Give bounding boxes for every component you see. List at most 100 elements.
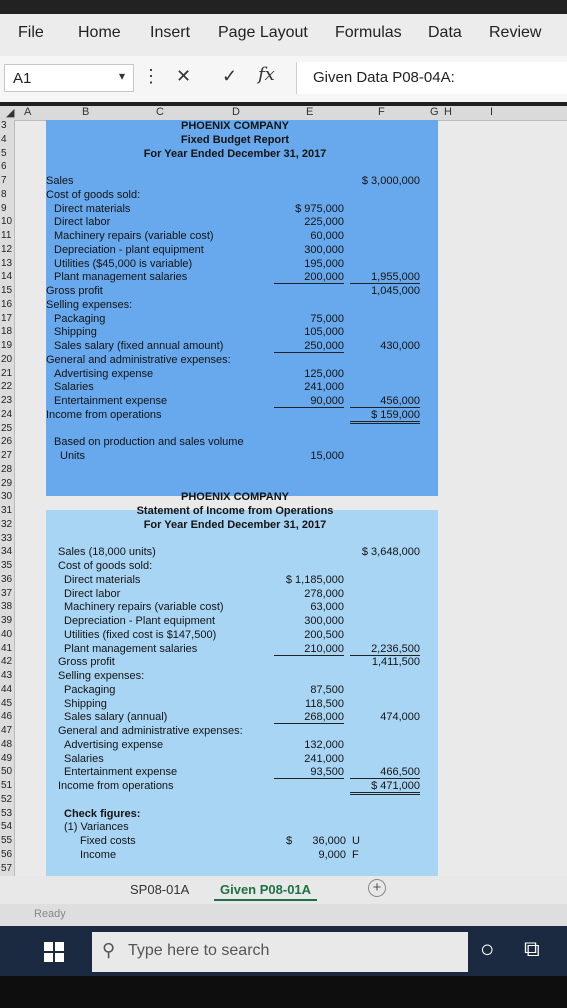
- row-header[interactable]: 57: [1, 863, 12, 874]
- sheet-tab-sp08-01a[interactable]: SP08-01A: [130, 882, 189, 897]
- line-label: Sales: [46, 175, 74, 187]
- row-header[interactable]: 56: [1, 849, 12, 860]
- row-header[interactable]: 4: [1, 134, 7, 145]
- line-amount: 200,000: [274, 271, 344, 285]
- report-company-name: PHOENIX COMPANY: [181, 120, 289, 132]
- more-options-icon[interactable]: ⋮: [142, 66, 160, 87]
- search-input[interactable]: Type here to search: [128, 942, 269, 960]
- tab-home[interactable]: Home: [78, 24, 121, 42]
- sheet-tab-given-p08-01a[interactable]: Given P08-01A: [214, 882, 318, 901]
- row-header[interactable]: 14: [1, 271, 12, 282]
- row-header[interactable]: 13: [1, 258, 12, 269]
- row-header[interactable]: 23: [1, 395, 12, 406]
- row-header[interactable]: 27: [1, 450, 12, 461]
- line-total: 456,000: [350, 395, 420, 408]
- row-header[interactable]: 41: [1, 643, 12, 654]
- row-header[interactable]: 18: [1, 326, 12, 337]
- worksheet-grid[interactable]: ◢ A B C D E F G H I 3 4 5 6 7 8 9 10 11 12 13 14 15 1…: [0, 106, 567, 876]
- line-amount: 268,000: [274, 711, 344, 725]
- row-header[interactable]: 35: [1, 560, 12, 571]
- row-header[interactable]: 47: [1, 725, 12, 736]
- cancel-icon[interactable]: ✕: [176, 66, 191, 87]
- tab-formulas[interactable]: Formulas: [335, 24, 402, 42]
- row-header[interactable]: 6: [1, 161, 7, 172]
- report-company-name: PHOENIX COMPANY: [181, 491, 289, 504]
- row-header[interactable]: 5: [1, 148, 7, 159]
- line-total: $ 471,000: [350, 780, 420, 795]
- column-header[interactable]: ◢: [6, 106, 14, 119]
- row-header[interactable]: 51: [1, 780, 12, 791]
- column-header[interactable]: E: [306, 106, 313, 118]
- row-header[interactable]: 3: [1, 120, 7, 131]
- task-view-icon[interactable]: ⧉: [524, 936, 540, 962]
- row-header[interactable]: 7: [1, 175, 7, 186]
- chevron-down-icon[interactable]: ▾: [119, 69, 125, 83]
- row-header[interactable]: 20: [1, 354, 12, 365]
- row-header[interactable]: 45: [1, 698, 12, 709]
- column-header[interactable]: F: [378, 106, 385, 118]
- line-amount: 125,000: [304, 367, 344, 380]
- row-header[interactable]: 50: [1, 766, 12, 777]
- row-header[interactable]: 54: [1, 821, 12, 832]
- column-header[interactable]: B: [82, 106, 89, 118]
- line-total: $ 3,648,000: [361, 546, 420, 559]
- row-header[interactable]: 22: [1, 381, 12, 392]
- row-header[interactable]: 37: [1, 588, 12, 599]
- column-header[interactable]: G: [430, 106, 439, 118]
- cortana-icon[interactable]: ○: [480, 936, 495, 964]
- row-header[interactable]: 39: [1, 615, 12, 626]
- row-header[interactable]: 8: [1, 189, 7, 200]
- row-header[interactable]: 38: [1, 601, 12, 612]
- column-header[interactable]: H: [444, 106, 452, 118]
- tab-review[interactable]: Review: [489, 24, 541, 42]
- row-header[interactable]: 28: [1, 464, 12, 475]
- row-header[interactable]: 15: [1, 285, 12, 296]
- column-header[interactable]: D: [232, 106, 240, 118]
- line-label: Entertainment expense: [54, 395, 168, 407]
- line-label: Shipping: [54, 326, 97, 339]
- column-header[interactable]: C: [156, 106, 164, 118]
- row-header[interactable]: 53: [1, 808, 12, 819]
- row-header[interactable]: 44: [1, 684, 12, 695]
- row-header[interactable]: 17: [1, 313, 12, 324]
- row-header[interactable]: 40: [1, 629, 12, 640]
- insert-function-icon[interactable]: fx: [258, 64, 275, 85]
- column-header[interactable]: I: [490, 106, 493, 118]
- row-header[interactable]: 34: [1, 546, 12, 557]
- row-header[interactable]: 26: [1, 436, 12, 447]
- row-header[interactable]: 48: [1, 739, 12, 750]
- row-header[interactable]: 43: [1, 670, 12, 681]
- row-header[interactable]: 21: [1, 368, 12, 379]
- formula-input[interactable]: Given Data P08-04A:: [296, 62, 567, 94]
- row-header[interactable]: 49: [1, 753, 12, 764]
- row-header[interactable]: 30: [1, 491, 12, 502]
- row-header[interactable]: 11: [1, 230, 11, 241]
- row-header[interactable]: 36: [1, 574, 12, 585]
- row-header[interactable]: 12: [1, 244, 12, 255]
- taskbar-search[interactable]: ⚲ Type here to search: [92, 932, 468, 972]
- row-header[interactable]: 25: [1, 423, 12, 434]
- line-label: Plant management salaries: [64, 642, 198, 655]
- row-header[interactable]: 42: [1, 656, 12, 667]
- confirm-icon[interactable]: ✓: [222, 66, 237, 87]
- row-header[interactable]: 9: [1, 203, 7, 214]
- name-box[interactable]: A1 ▾: [4, 64, 134, 92]
- add-sheet-icon[interactable]: +: [368, 879, 386, 897]
- row-header[interactable]: 46: [1, 711, 12, 722]
- row-header[interactable]: 16: [1, 299, 12, 310]
- row-header[interactable]: 10: [1, 216, 12, 227]
- row-header[interactable]: 31: [1, 505, 12, 516]
- tab-file[interactable]: File: [18, 24, 44, 42]
- row-header[interactable]: 52: [1, 794, 12, 805]
- tab-insert[interactable]: Insert: [150, 24, 190, 42]
- row-header[interactable]: 55: [1, 835, 12, 846]
- row-header[interactable]: 33: [1, 533, 12, 544]
- row-header[interactable]: 29: [1, 478, 12, 489]
- windows-start-icon[interactable]: [44, 942, 64, 962]
- column-header[interactable]: A: [24, 106, 31, 118]
- tab-page-layout[interactable]: Page Layout: [218, 24, 308, 42]
- row-header[interactable]: 19: [1, 340, 12, 351]
- tab-data[interactable]: Data: [428, 24, 462, 42]
- row-header[interactable]: 24: [1, 409, 12, 420]
- row-header[interactable]: 32: [1, 519, 12, 530]
